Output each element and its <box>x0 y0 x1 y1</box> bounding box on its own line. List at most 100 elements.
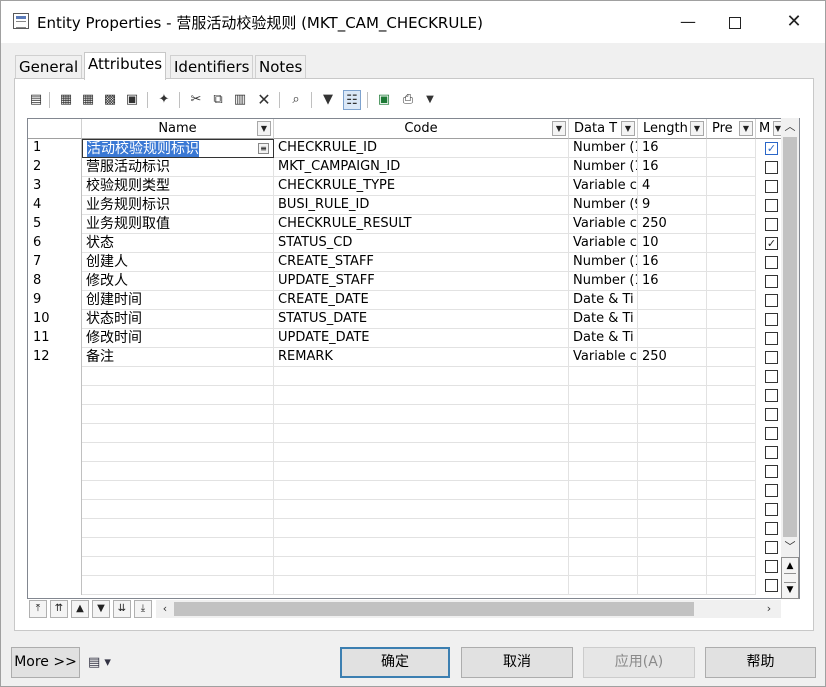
add-attributes-icon[interactable]: ▩ <box>101 90 119 110</box>
length-cell[interactable] <box>638 481 707 500</box>
table-row[interactable] <box>28 424 786 443</box>
print-icon[interactable]: ⎙ <box>399 90 417 110</box>
precision-cell[interactable] <box>707 481 756 500</box>
mandatory-checkbox[interactable]: ✓ <box>765 237 778 250</box>
length-cell[interactable]: 250 <box>638 348 707 367</box>
attribute-code-cell[interactable] <box>274 462 569 481</box>
length-cell[interactable] <box>638 329 707 348</box>
length-cell[interactable]: 16 <box>638 158 707 177</box>
mandatory-checkbox[interactable] <box>765 351 778 364</box>
attribute-code-cell[interactable] <box>274 500 569 519</box>
attribute-name-cell[interactable]: 业务规则标识 <box>82 196 274 215</box>
row-scroll-box[interactable]: ▲ ▼ <box>781 557 799 599</box>
chevron-down-icon[interactable]: ▼ <box>552 121 566 136</box>
mandatory-checkbox[interactable] <box>765 218 778 231</box>
length-cell[interactable] <box>638 424 707 443</box>
data-type-cell[interactable] <box>569 405 638 424</box>
mandatory-checkbox[interactable] <box>765 522 778 535</box>
data-type-cell[interactable]: Number (1 <box>569 139 638 158</box>
length-cell[interactable] <box>638 386 707 405</box>
cancel-button[interactable]: 取消 <box>461 647 573 678</box>
length-cell[interactable] <box>638 576 707 595</box>
table-row[interactable] <box>28 538 786 557</box>
precision-cell[interactable] <box>707 177 756 196</box>
attribute-code-cell[interactable] <box>274 519 569 538</box>
data-type-cell[interactable]: Variable c <box>569 177 638 196</box>
data-type-cell[interactable]: Number (1 <box>569 272 638 291</box>
tab-general[interactable]: General <box>15 55 83 79</box>
data-type-cell[interactable] <box>569 386 638 405</box>
ok-button[interactable]: 确定 <box>340 647 450 678</box>
paste-icon[interactable]: ▥ <box>231 90 249 110</box>
data-type-cell[interactable]: Number (1 <box>569 253 638 272</box>
precision-cell[interactable] <box>707 196 756 215</box>
attribute-name-cell[interactable] <box>82 443 274 462</box>
attribute-name-cell[interactable] <box>82 576 274 595</box>
data-type-cell[interactable]: Date & Ti <box>569 310 638 329</box>
attribute-name-cell[interactable]: 业务规则取值 <box>82 215 274 234</box>
length-cell[interactable] <box>638 500 707 519</box>
precision-cell[interactable] <box>707 158 756 177</box>
table-row[interactable] <box>28 462 786 481</box>
scroll-down-icon[interactable]: ▼ <box>784 585 796 595</box>
attribute-code-cell[interactable] <box>274 443 569 462</box>
more-button[interactable]: More >> <box>11 647 80 678</box>
mandatory-checkbox[interactable] <box>765 256 778 269</box>
mandatory-checkbox[interactable] <box>765 484 778 497</box>
length-cell[interactable] <box>638 291 707 310</box>
mandatory-checkbox[interactable] <box>765 503 778 516</box>
data-type-cell[interactable]: Date & Ti <box>569 291 638 310</box>
length-cell[interactable] <box>638 538 707 557</box>
mandatory-checkbox[interactable] <box>765 446 778 459</box>
table-row[interactable]: 5 业务规则取值 CHECKRULE_RESULT Variable c 250 <box>28 215 786 234</box>
properties-icon[interactable]: ▤ <box>27 90 45 110</box>
data-type-cell[interactable] <box>569 481 638 500</box>
length-cell[interactable] <box>638 462 707 481</box>
attribute-code-cell[interactable]: BUSI_RULE_ID <box>274 196 569 215</box>
mandatory-checkbox[interactable] <box>765 579 778 592</box>
table-row[interactable]: 2 营服活动标识 MKT_CAMPAIGN_ID Number (1 16 <box>28 158 786 177</box>
copy-icon[interactable]: ⧉ <box>209 90 227 110</box>
attribute-code-cell[interactable]: STATUS_DATE <box>274 310 569 329</box>
scroll-right-icon[interactable]: › <box>760 600 778 618</box>
attribute-name-cell[interactable] <box>82 424 274 443</box>
mandatory-checkbox[interactable] <box>765 408 778 421</box>
delete-icon[interactable]: ✕ <box>255 90 273 110</box>
attribute-code-cell[interactable]: REMARK <box>274 348 569 367</box>
filter-icon[interactable]: ▼ <box>319 90 337 110</box>
attribute-name-cell[interactable]: 创建时间 <box>82 291 274 310</box>
insert-row-icon[interactable]: ▦ <box>57 90 75 110</box>
mandatory-checkbox[interactable] <box>765 427 778 440</box>
attribute-name-cell[interactable]: 修改人 <box>82 272 274 291</box>
precision-cell[interactable] <box>707 557 756 576</box>
mandatory-checkbox[interactable] <box>765 275 778 288</box>
attribute-name-cell[interactable] <box>82 538 274 557</box>
data-type-cell[interactable] <box>569 367 638 386</box>
precision-cell[interactable] <box>707 253 756 272</box>
selected-name-text[interactable]: 活动校验规则标识 <box>87 141 199 157</box>
scroll-left-icon[interactable]: ‹ <box>156 600 174 618</box>
data-type-cell[interactable] <box>569 462 638 481</box>
move-page-down-button[interactable]: ⇊ <box>113 600 131 618</box>
attribute-name-cell[interactable]: 状态时间 <box>82 310 274 329</box>
length-cell[interactable]: 10 <box>638 234 707 253</box>
table-row[interactable] <box>28 405 786 424</box>
table-row[interactable]: 11 修改时间 UPDATE_DATE Date & Ti <box>28 329 786 348</box>
move-top-button[interactable]: ⤒ <box>29 600 47 618</box>
table-row[interactable]: 4 业务规则标识 BUSI_RULE_ID Number (9 9 <box>28 196 786 215</box>
attribute-code-cell[interactable]: STATUS_CD <box>274 234 569 253</box>
attribute-code-cell[interactable] <box>274 405 569 424</box>
data-type-cell[interactable] <box>569 538 638 557</box>
tab-attributes[interactable]: Attributes <box>84 52 167 80</box>
length-cell[interactable]: 16 <box>638 253 707 272</box>
column-header-code[interactable]: Code ▼ <box>274 119 569 139</box>
maximize-button[interactable] <box>712 1 758 43</box>
attribute-code-cell[interactable]: CREATE_STAFF <box>274 253 569 272</box>
mandatory-checkbox[interactable] <box>765 161 778 174</box>
move-page-up-button[interactable]: ⇈ <box>50 600 68 618</box>
attribute-name-cell[interactable] <box>82 500 274 519</box>
mandatory-checkbox[interactable] <box>765 294 778 307</box>
precision-cell[interactable] <box>707 386 756 405</box>
precision-cell[interactable] <box>707 329 756 348</box>
scroll-up-icon[interactable]: ︿ <box>781 118 799 136</box>
